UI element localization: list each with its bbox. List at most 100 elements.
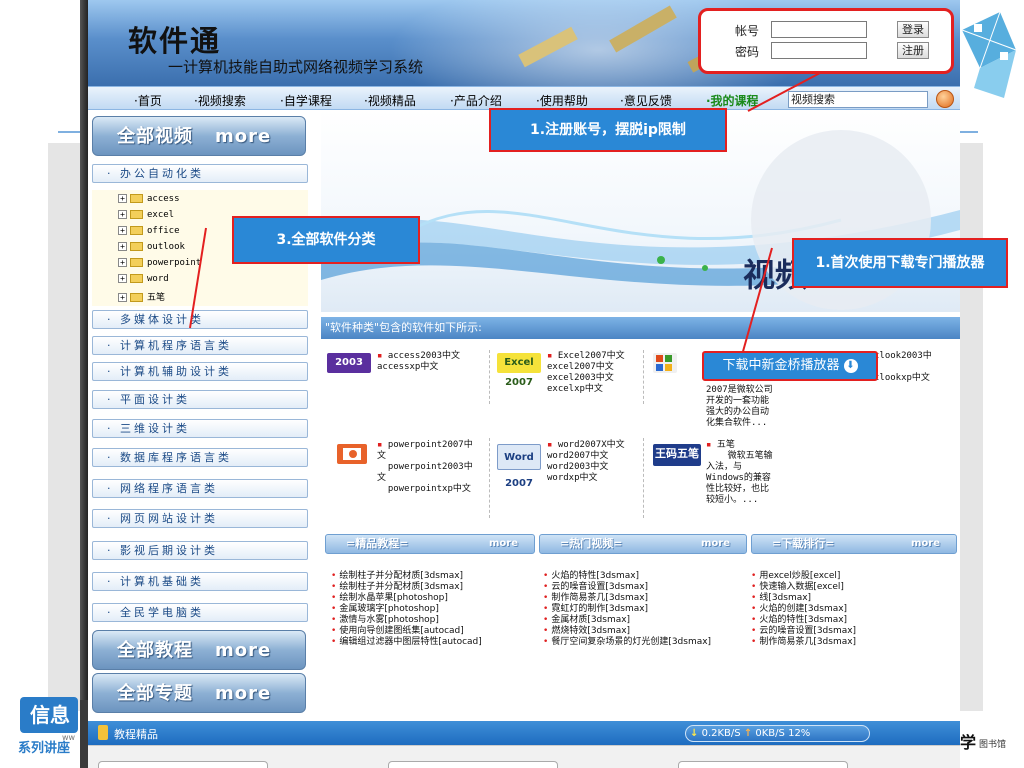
tab-download-ranking[interactable]: =下载排行= more	[751, 534, 957, 554]
list-item[interactable]: 云的噪音设置[3dsmax]	[751, 626, 856, 636]
list-item[interactable]: 火焰的创建[3dsmax]	[751, 604, 847, 614]
tab-hot-videos[interactable]: =热门视频= more	[539, 534, 747, 554]
all-topics-header[interactable]: 全部专题 more	[92, 673, 306, 713]
access-2003-icon[interactable]: 2003	[327, 353, 371, 373]
nav-my-courses[interactable]: ·我的课程	[706, 92, 759, 109]
category-cad[interactable]: · 计算机辅助设计类	[92, 362, 308, 381]
expand-icon[interactable]: +	[118, 274, 127, 283]
tree-item-excel[interactable]: + excel	[118, 210, 174, 220]
register-button[interactable]: 注册	[897, 42, 929, 59]
tree-item-office[interactable]: + office	[118, 226, 180, 236]
category-programming[interactable]: · 计算机程序语言类	[92, 336, 308, 355]
expand-icon[interactable]: +	[118, 258, 127, 267]
category-office[interactable]: · 办公自动化类	[92, 164, 308, 183]
tab-more-link[interactable]: more	[701, 535, 730, 553]
all-tutorials-header[interactable]: 全部教程 more	[92, 630, 306, 670]
product-divider	[643, 350, 644, 404]
product-word-text[interactable]: ▪ word2007X中文 word2007中文 word2003中文 word…	[547, 440, 625, 484]
tab-featured-tutorials[interactable]: =精品教程= more	[325, 534, 535, 554]
word-2007-icon[interactable]: Word 2007	[497, 444, 541, 489]
search-go-icon[interactable]	[936, 90, 954, 108]
download-icon: ⬇	[843, 358, 858, 373]
tree-item-access[interactable]: + access	[118, 194, 180, 204]
category-computer-basics[interactable]: · 计算机基础类	[92, 572, 308, 591]
sidebar: 全部视频 more · 办公自动化类 + access + excel + office…	[88, 110, 312, 758]
expand-icon[interactable]: +	[118, 242, 127, 251]
list-item[interactable]: 金属玻璃字[photoshop]	[331, 604, 439, 614]
all-videos-header[interactable]: 全部视频 more	[92, 116, 306, 156]
all-tutorials-more-link[interactable]: more	[215, 640, 271, 661]
list-item[interactable]: 快速输入数据[excel]	[751, 582, 844, 592]
wubi-icon[interactable]: 王码五笔	[653, 444, 701, 466]
download-arrow-icon: ↓	[690, 728, 699, 739]
taskbar	[88, 745, 960, 768]
list-item[interactable]: 编辑组过滤器中图层特性[autocad]	[331, 637, 481, 647]
list-item[interactable]: 绘制柱子并分配材质[3dsmax]	[331, 582, 463, 592]
category-computer-for-all[interactable]: · 全民学电脑类	[92, 603, 308, 622]
speed-indicator: ↓ 0.2KB/S ↑ 0KB/S 12%	[685, 725, 870, 742]
all-videos-more-link[interactable]: more	[215, 126, 271, 147]
nav-products[interactable]: ·产品介绍	[450, 92, 502, 109]
list-item[interactable]: 绘制柱子并分配材质[3dsmax]	[331, 571, 463, 581]
list-item[interactable]: 绘制水晶苹果[photoshop]	[331, 593, 448, 603]
list-item[interactable]: 使用向导创建图纸集[autocad]	[331, 626, 463, 636]
list-item[interactable]: 激情与水雾[photoshop]	[331, 615, 439, 625]
category-multimedia[interactable]: · 多媒体设计类	[92, 310, 308, 329]
category-database[interactable]: · 数据库程序语言类	[92, 448, 308, 467]
tab-more-link[interactable]: more	[911, 535, 940, 553]
expand-icon[interactable]: +	[118, 226, 127, 235]
nav-video-search[interactable]: ·视频搜索	[194, 92, 246, 109]
tab-more-link[interactable]: more	[489, 535, 518, 553]
product-wubi-text[interactable]: ▪ 五笔 微软五笔输 入法，与 Windows的兼容 性比较好，也比 较短小。.…	[706, 440, 773, 506]
list-item[interactable]: 火焰的特性[3dsmax]	[751, 615, 847, 625]
list-item[interactable]: 霓虹灯的制作[3dsmax]	[543, 604, 648, 614]
list-item[interactable]: 火焰的特性[3dsmax]	[543, 571, 639, 581]
expand-icon[interactable]: +	[118, 293, 127, 302]
excel-2007-icon[interactable]: Excel 2007	[497, 353, 541, 388]
product-outlook-text[interactable]: tlook2003中 tlookxp中文	[874, 351, 932, 384]
nav-home[interactable]: ·首页	[134, 92, 162, 109]
tree-item-powerpoint[interactable]: + powerpoint	[118, 258, 201, 268]
taskbar-tab[interactable]	[98, 761, 268, 768]
nav-help[interactable]: ·使用帮助	[536, 92, 588, 109]
product-access-text[interactable]: ▪ access2003中文 accessxp中文	[377, 351, 460, 373]
tree-item-outlook[interactable]: + outlook	[118, 242, 185, 252]
taskbar-tab[interactable]	[678, 761, 848, 768]
product-powerpoint-text[interactable]: ▪ powerpoint2007中 文 powerpoint2003中 文 po…	[377, 440, 473, 495]
list-item[interactable]: 燃烧特效[3dsmax]	[543, 626, 630, 636]
category-video-post[interactable]: · 影视后期设计类	[92, 541, 308, 560]
nav-self-study[interactable]: ·自学课程	[280, 92, 332, 109]
category-3d-design[interactable]: · 三维设计类	[92, 419, 308, 438]
list-item[interactable]: 制作简易茶几[3dsmax]	[543, 593, 648, 603]
category-web-design[interactable]: · 网页网站设计类	[92, 509, 308, 528]
tree-label: word	[147, 274, 169, 284]
nav-feedback[interactable]: ·意见反馈	[620, 92, 672, 109]
list-item[interactable]: 制作简易茶几[3dsmax]	[751, 637, 856, 647]
list-item[interactable]: 金属材质[3dsmax]	[543, 615, 630, 625]
login-button[interactable]: 登录	[897, 21, 929, 38]
taskbar-tab[interactable]	[388, 761, 558, 768]
list-item[interactable]: 云的噪音设置[3dsmax]	[543, 582, 648, 592]
category-network-programming[interactable]: · 网络程序语言类	[92, 479, 308, 498]
nav-featured-videos[interactable]: ·视频精品	[364, 92, 416, 109]
all-topics-more-link[interactable]: more	[215, 683, 271, 704]
status-label: 教程精品	[114, 728, 158, 741]
product-excel-text[interactable]: ▪ Excel2007中文 excel2007中文 excel2003中文 ex…	[547, 351, 625, 395]
powerpoint-icon[interactable]	[337, 444, 367, 464]
tree-item-wubi[interactable]: + 五笔	[118, 290, 165, 303]
category-graphic-design[interactable]: · 平面设计类	[92, 390, 308, 409]
product-office-text[interactable]: 2007是微软公司 开发的一套功能 强大的办公自动 化集合软件...	[706, 385, 773, 429]
list-item[interactable]: 餐厅空间复杂场景的灯光创建[3dsmax]	[543, 637, 711, 647]
download-player-button[interactable]: 下载中新金桥播放器 ⬇	[702, 351, 878, 381]
expand-icon[interactable]: +	[118, 210, 127, 219]
list-item[interactable]: 线[3dsmax]	[751, 593, 811, 603]
tab-title: =下载排行=	[772, 537, 835, 550]
account-input[interactable]	[771, 21, 867, 38]
expand-icon[interactable]: +	[118, 194, 127, 203]
video-search-input[interactable]: 视频搜索	[788, 91, 928, 108]
tree-item-word[interactable]: + word	[118, 274, 169, 284]
list-item[interactable]: 用excel炒股[excel]	[751, 571, 840, 581]
office-icon[interactable]	[653, 353, 677, 373]
tree-label: powerpoint	[147, 258, 202, 268]
password-input[interactable]	[771, 42, 867, 59]
